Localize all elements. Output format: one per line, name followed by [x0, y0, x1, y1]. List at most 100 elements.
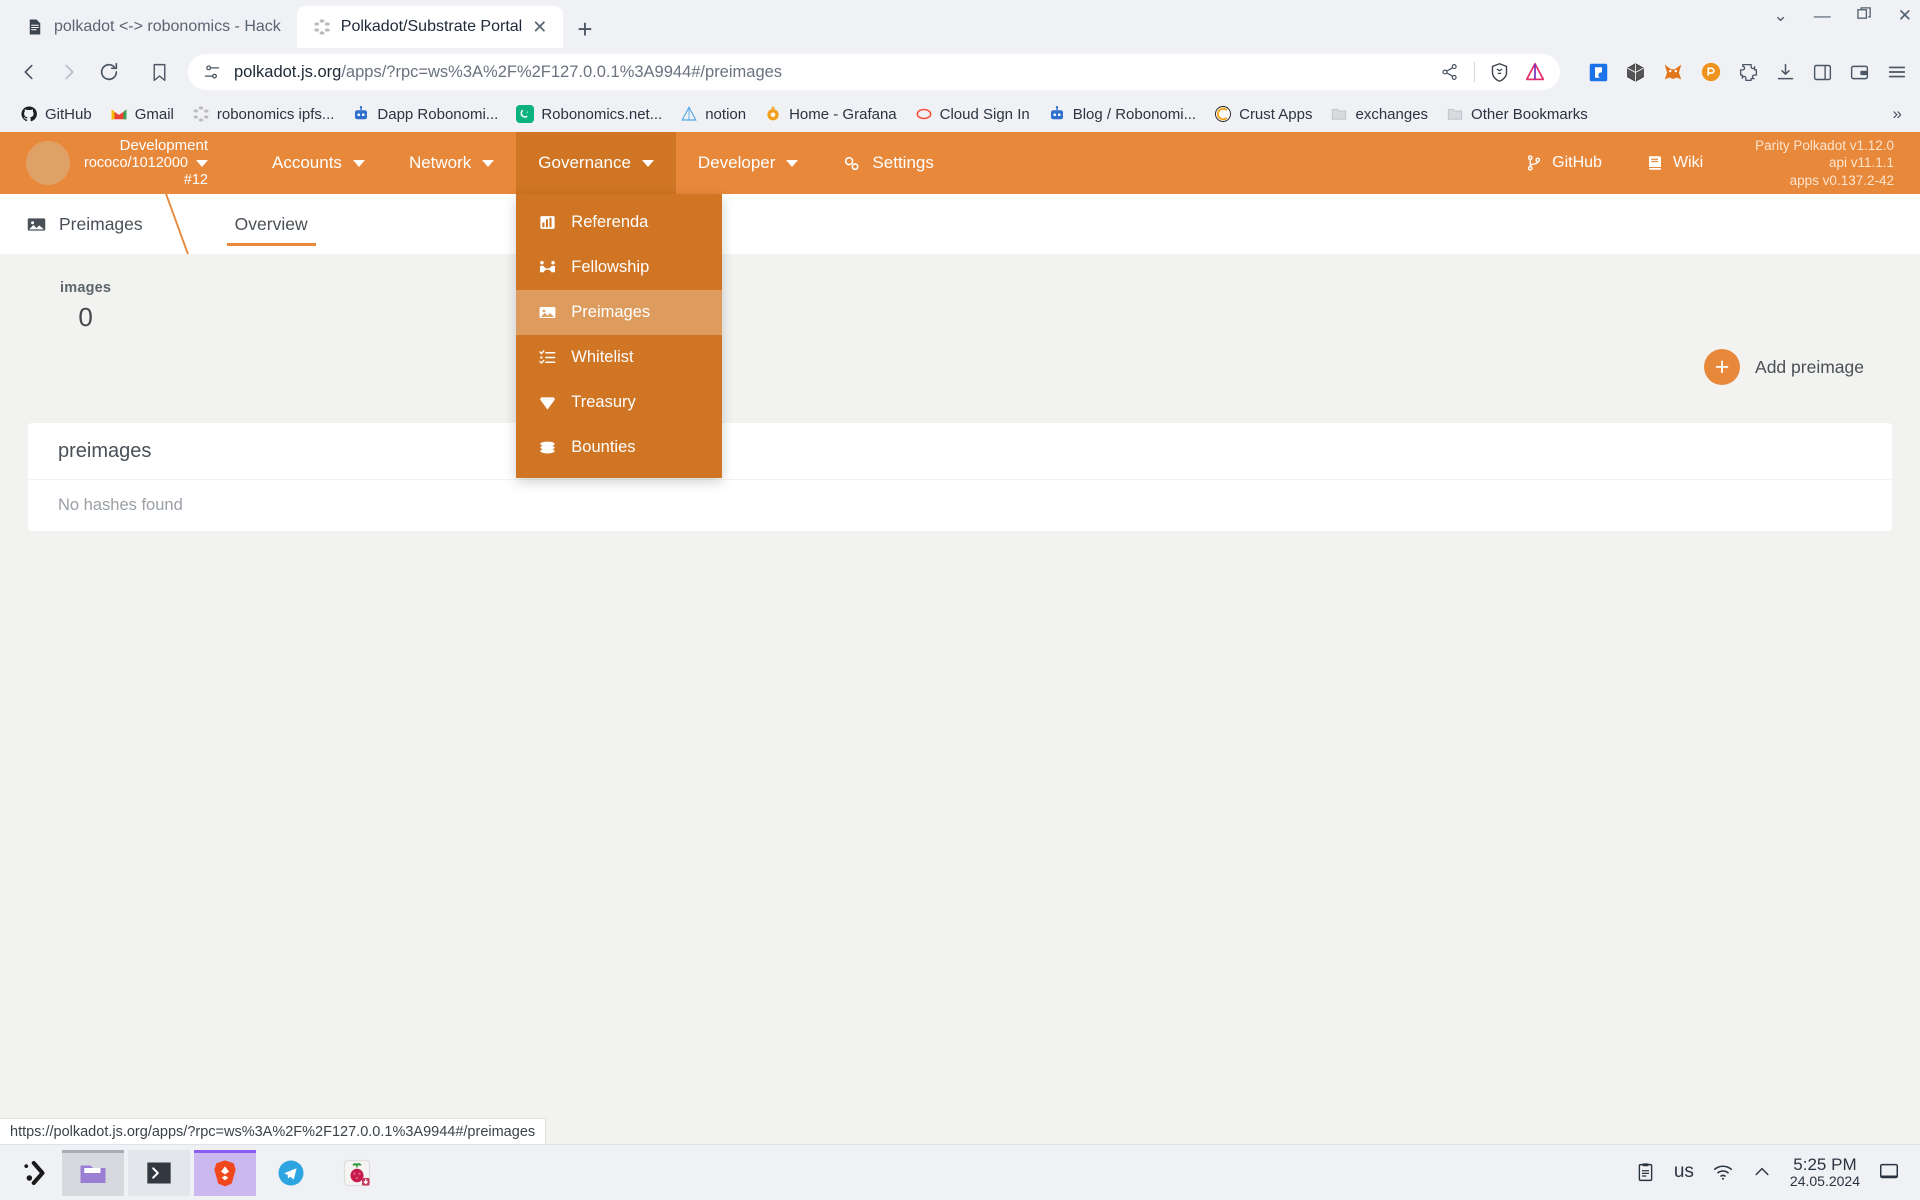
- menu-icon[interactable]: [1886, 61, 1908, 83]
- git-branch-icon: [1527, 155, 1541, 171]
- bookmark-cloud-sign-in[interactable]: Cloud Sign In: [907, 101, 1038, 127]
- menu-item-bounties[interactable]: Bounties: [516, 425, 722, 470]
- url-text: polkadot.js.org/apps/?rpc=ws%3A%2F%2F127…: [234, 63, 782, 82]
- bookmark-github[interactable]: GitHub: [12, 101, 100, 127]
- task-indicator: [194, 1149, 256, 1153]
- file-manager-icon: [80, 1165, 106, 1183]
- address-bar-actions: [1440, 61, 1546, 83]
- maximize-button[interactable]: [1857, 6, 1872, 24]
- kde-launcher-icon[interactable]: [12, 1150, 58, 1196]
- node-version: Parity Polkadot v1.12.0: [1755, 138, 1894, 154]
- nav-item-network[interactable]: Network: [387, 132, 516, 194]
- menu-item-label: Bounties: [571, 438, 636, 456]
- taskbar-file-manager[interactable]: [62, 1149, 124, 1196]
- taskbar-terminal[interactable]: [128, 1149, 190, 1196]
- bookmark-folder-exchanges[interactable]: exchanges: [1322, 101, 1436, 127]
- breadcrumb: Preimages: [0, 194, 177, 254]
- browser-tab-inactive[interactable]: polkadot <-> robonomics - Hack: [10, 6, 297, 48]
- brave-rewards-icon[interactable]: [1524, 61, 1546, 83]
- menu-item-fellowship[interactable]: Fellowship: [516, 245, 722, 290]
- nav-item-governance[interactable]: Governance Referenda Fellowship Preimage…: [516, 132, 723, 478]
- metamask-icon[interactable]: [1662, 61, 1684, 83]
- minimize-button[interactable]: —: [1814, 7, 1831, 24]
- bookmark-crust-apps[interactable]: Crust Apps: [1206, 101, 1320, 127]
- taskbar-raspberry-pi[interactable]: [326, 1150, 388, 1196]
- robonomics-icon: [516, 105, 535, 123]
- telegram-icon: [278, 1160, 304, 1185]
- bookmark-dapp-robonomics[interactable]: Dapp Robonomi...: [344, 101, 506, 127]
- chevron-up-icon[interactable]: [1752, 1162, 1772, 1182]
- summary-bar: images 0: [0, 254, 1920, 333]
- menu-item-label: Referenda: [571, 213, 649, 231]
- task-indicator: [62, 1149, 124, 1153]
- wifi-icon[interactable]: [1712, 1161, 1734, 1183]
- clock[interactable]: 5:25 PM 24.05.2024: [1790, 1155, 1860, 1190]
- fellowship-icon: [540, 261, 556, 273]
- nav-item-developer[interactable]: Developer: [676, 132, 821, 194]
- polkadot-icon: [314, 19, 330, 35]
- close-icon[interactable]: ✕: [532, 18, 547, 36]
- document-icon: [29, 19, 41, 35]
- extensions-puzzle-icon[interactable]: [1738, 62, 1759, 83]
- api-version: api v11.1.1: [1828, 155, 1894, 171]
- bookmark-blog-robonomics[interactable]: Blog / Robonomi...: [1040, 101, 1204, 127]
- bookmark-folder-other[interactable]: Other Bookmarks: [1438, 101, 1596, 127]
- nav-item-label: Settings: [872, 153, 934, 172]
- taskbar-brave[interactable]: [194, 1149, 256, 1196]
- menu-item-referenda[interactable]: Referenda: [516, 200, 722, 245]
- sidebar-icon[interactable]: [1812, 62, 1833, 83]
- wallet-icon[interactable]: [1849, 62, 1870, 83]
- chain-info: Development rococo/1012000 #12: [84, 137, 208, 189]
- governance-dropdown-menu: Referenda Fellowship Preimages Whitelist…: [516, 194, 723, 478]
- menu-item-preimages[interactable]: Preimages: [516, 290, 723, 335]
- add-preimage-label: Add preimage: [1755, 356, 1864, 377]
- nav-item-accounts[interactable]: Accounts: [250, 132, 387, 194]
- nav-link-github[interactable]: GitHub: [1507, 154, 1620, 172]
- nav-item-settings[interactable]: Settings: [820, 132, 955, 194]
- tab-overview[interactable]: Overview: [213, 194, 330, 254]
- bookmark-notion[interactable]: notion: [672, 101, 754, 127]
- downloads-icon[interactable]: [1775, 62, 1796, 83]
- keyboard-layout-indicator[interactable]: us: [1674, 1161, 1694, 1183]
- new-tab-button[interactable]: +: [577, 16, 592, 42]
- bookmark-robonomics-ipfs[interactable]: robonomics ipfs...: [184, 101, 343, 127]
- reload-icon[interactable]: [92, 55, 126, 89]
- chevron-down-icon[interactable]: [196, 159, 208, 167]
- back-button[interactable]: [12, 55, 46, 89]
- url-domain: polkadot.js.org: [234, 62, 342, 81]
- address-bar[interactable]: polkadot.js.org/apps/?rpc=ws%3A%2F%2F127…: [188, 54, 1560, 90]
- bookmark-label: Crust Apps: [1239, 105, 1313, 123]
- bookmark-robonomics-net[interactable]: Robonomics.net...: [508, 101, 670, 127]
- browser-tab-active[interactable]: Polkadot/Substrate Portal ✕: [296, 6, 564, 48]
- password-manager-icon[interactable]: [1588, 62, 1609, 83]
- show-desktop-icon[interactable]: [1878, 1161, 1900, 1183]
- close-window-button[interactable]: ✕: [1898, 7, 1912, 24]
- list-check-icon: [539, 350, 556, 364]
- plus-icon: +: [1704, 349, 1741, 385]
- site-settings-icon[interactable]: [202, 62, 222, 82]
- brave-shield-icon[interactable]: [1489, 62, 1510, 83]
- bookmarks-overflow-button[interactable]: »: [1893, 104, 1908, 124]
- menu-item-treasury[interactable]: Treasury: [516, 380, 722, 425]
- polkadot-extension-icon[interactable]: [1625, 62, 1646, 83]
- phantom-wallet-icon[interactable]: [1700, 61, 1722, 83]
- bookmark-grafana[interactable]: Home - Grafana: [756, 101, 905, 127]
- app-top-nav: Development rococo/1012000 #12 Accounts …: [0, 132, 1920, 478]
- divider: [1474, 62, 1475, 82]
- chevron-down-icon[interactable]: ⌄: [1774, 7, 1788, 24]
- add-preimage-button[interactable]: + Add preimage: [1704, 349, 1864, 385]
- menu-item-label: Fellowship: [571, 258, 650, 276]
- taskbar-telegram[interactable]: [260, 1150, 322, 1196]
- bookmark-icon[interactable]: [142, 55, 176, 89]
- menu-item-whitelist[interactable]: Whitelist: [516, 335, 722, 380]
- tab-label: Overview: [234, 213, 308, 234]
- bookmark-gmail[interactable]: Gmail: [102, 101, 182, 127]
- nav-link-wiki[interactable]: Wiki: [1628, 154, 1721, 172]
- clipboard-icon[interactable]: [1635, 1162, 1656, 1183]
- summary-value: 0: [78, 302, 93, 332]
- forward-button[interactable]: [52, 55, 86, 89]
- share-icon[interactable]: [1440, 62, 1460, 82]
- nav-item-label: Developer: [697, 153, 776, 172]
- image-icon: [27, 217, 46, 231]
- chain-selector[interactable]: Development rococo/1012000 #12: [26, 137, 222, 189]
